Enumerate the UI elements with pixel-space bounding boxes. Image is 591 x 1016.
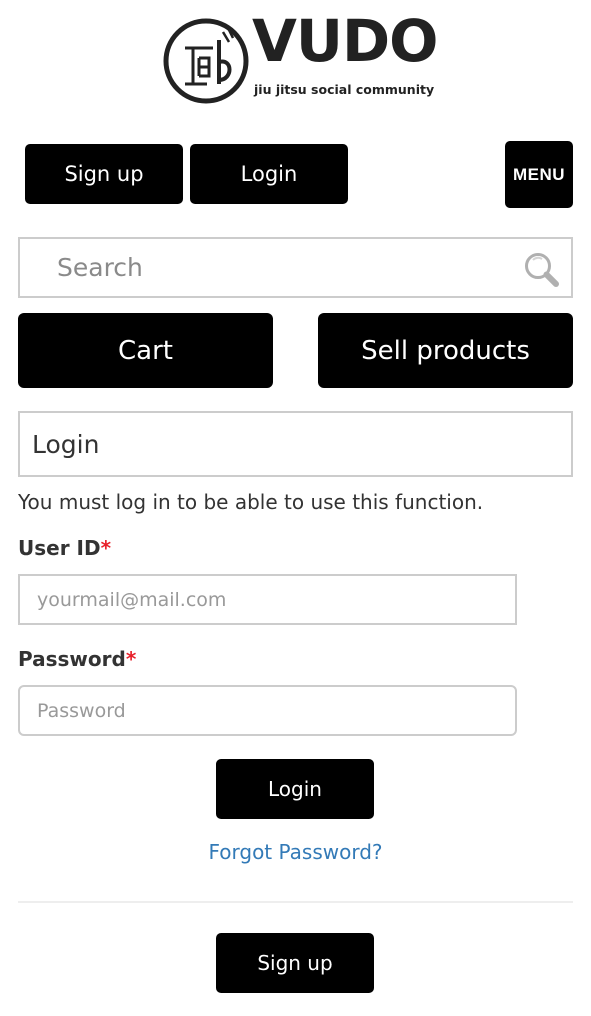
signup-button[interactable]: Sign up xyxy=(25,144,183,204)
vudo-emblem-icon xyxy=(163,18,249,104)
password-field[interactable] xyxy=(18,685,517,736)
search-input[interactable] xyxy=(20,239,510,296)
password-label-text: Password xyxy=(18,647,126,671)
login-button[interactable]: Login xyxy=(190,144,348,204)
user-id-field[interactable] xyxy=(18,574,517,625)
search-icon[interactable] xyxy=(523,251,561,289)
login-heading: Login xyxy=(32,429,100,459)
user-id-label: User ID* xyxy=(18,536,111,560)
signup-bottom-button[interactable]: Sign up xyxy=(216,933,374,993)
login-required-notice: You must log in to be able to use this f… xyxy=(18,490,484,514)
user-id-label-text: User ID xyxy=(18,536,101,560)
logo-wordmark: VUDO xyxy=(252,7,438,75)
search-bar xyxy=(18,237,573,298)
login-submit-button[interactable]: Login xyxy=(216,759,374,819)
divider xyxy=(18,901,573,903)
logo-tagline: jiu jitsu social community xyxy=(254,82,435,97)
site-logo[interactable]: VUDO jiu jitsu social community xyxy=(163,12,438,106)
forgot-password-link[interactable]: Forgot Password? xyxy=(0,840,591,864)
password-label: Password* xyxy=(18,647,136,671)
login-heading-panel: Login xyxy=(18,411,573,477)
required-marker: * xyxy=(100,536,112,560)
cart-button[interactable]: Cart xyxy=(18,313,273,388)
sell-products-button[interactable]: Sell products xyxy=(318,313,573,388)
required-marker: * xyxy=(125,647,137,671)
menu-button[interactable]: MENU xyxy=(505,141,573,208)
